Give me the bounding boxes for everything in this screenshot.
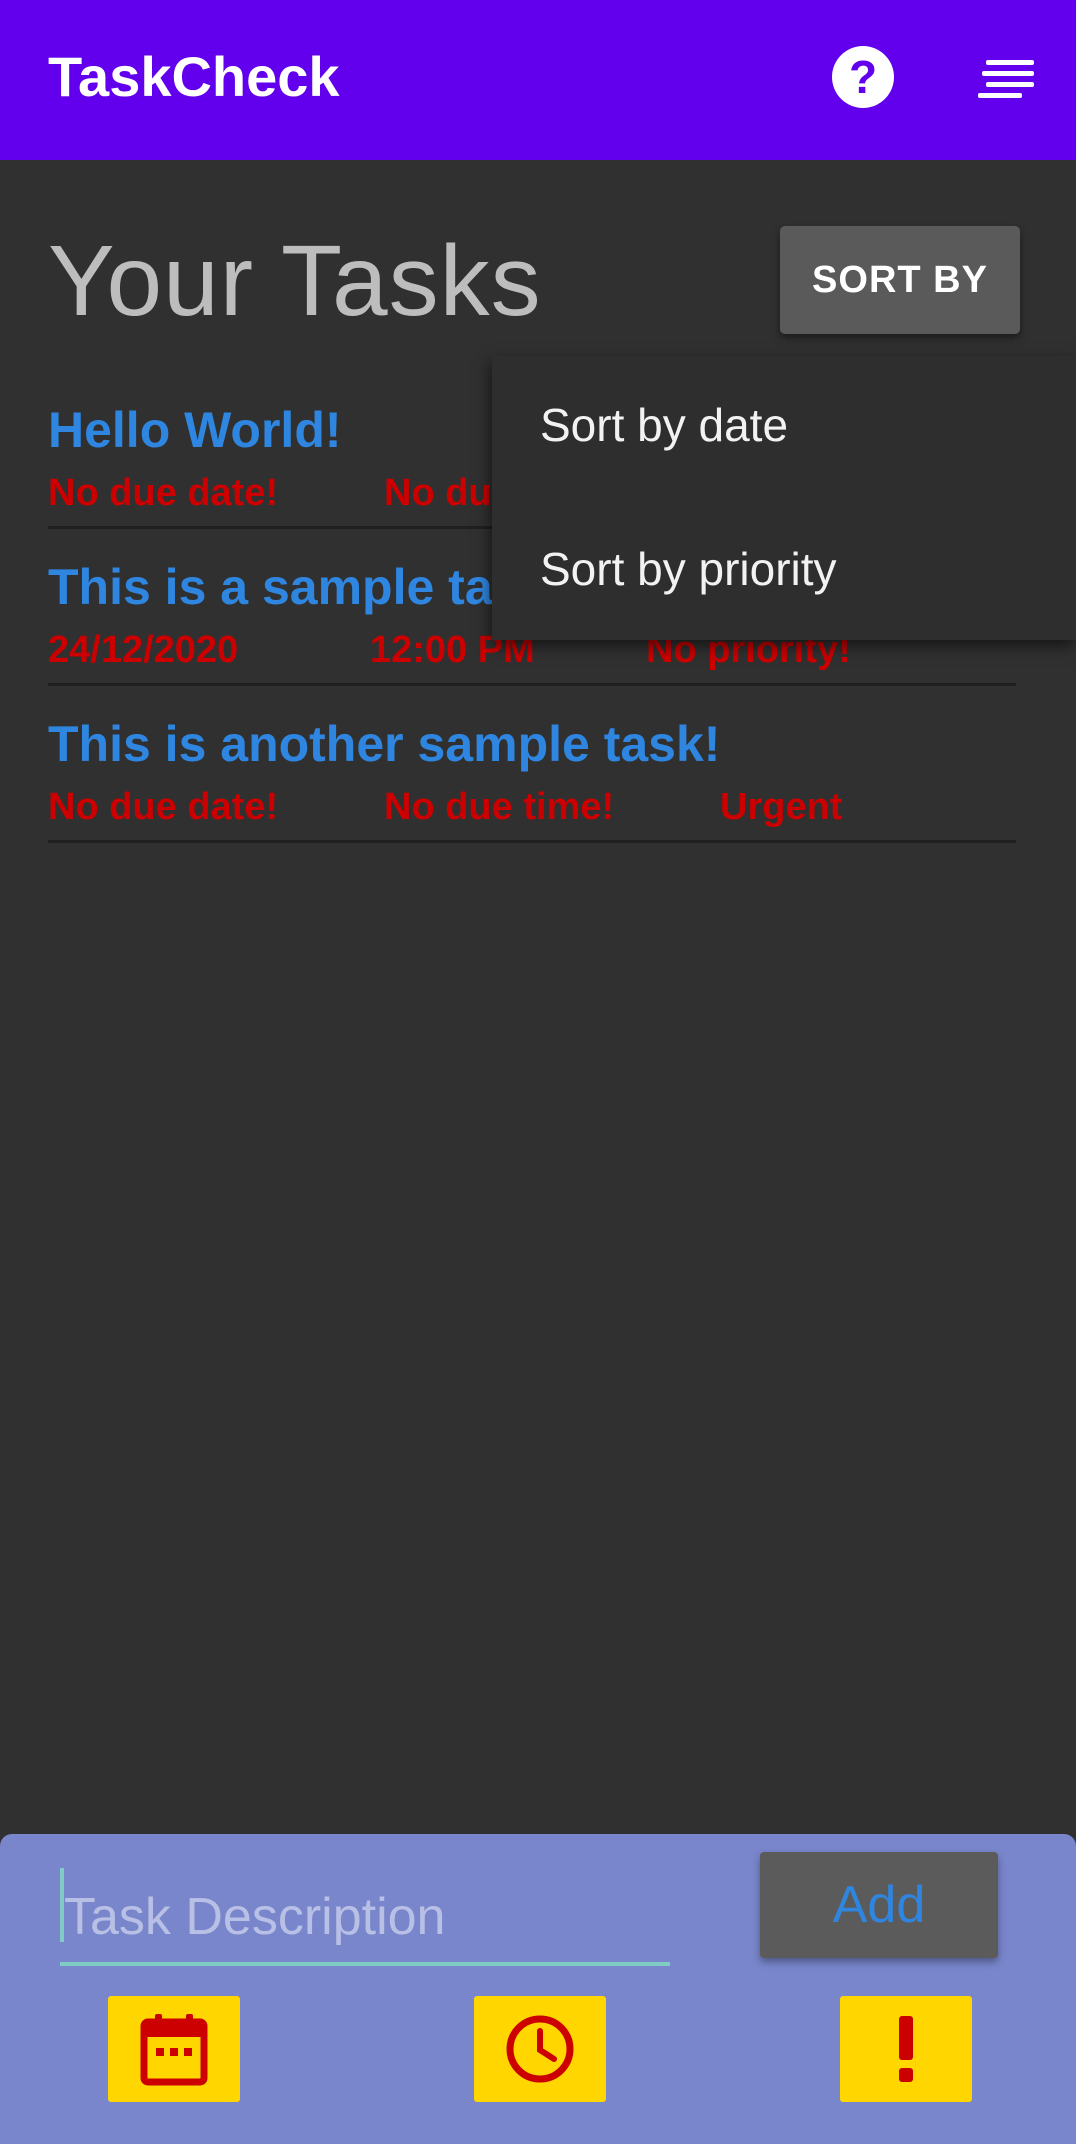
- task-description-input[interactable]: [60, 1872, 670, 1966]
- set-priority-button[interactable]: [840, 1996, 972, 2102]
- add-button[interactable]: Add: [760, 1852, 998, 1958]
- sort-by-button[interactable]: SORT BY: [780, 226, 1020, 334]
- task-due-date: No due date!: [48, 472, 279, 514]
- text-cursor: [60, 1868, 64, 1942]
- sort-lines-icon[interactable]: [978, 58, 1036, 98]
- clock-icon: [506, 2015, 574, 2083]
- task-due-date: No due date!: [48, 786, 279, 828]
- app-title: TaskCheck: [48, 45, 340, 108]
- page-title: Your Tasks: [48, 225, 542, 337]
- task-item[interactable]: This is another sample task! No due date…: [48, 714, 1016, 843]
- set-date-button[interactable]: [108, 1996, 240, 2102]
- add-task-panel: Add: [0, 1834, 1076, 2144]
- help-circle-icon: ?: [848, 51, 878, 103]
- task-title: Hello World!: [48, 402, 342, 458]
- task-priority: Urgent: [720, 786, 843, 828]
- exclamation-icon: [899, 2016, 913, 2082]
- sort-dropdown-menu: Sort by date Sort by priority: [492, 356, 1076, 640]
- task-title: This is a sample task!: [48, 559, 565, 615]
- calendar-icon: [140, 2014, 208, 2086]
- task-due-time: No due time!: [384, 786, 615, 828]
- app-bar: TaskCheck ?: [0, 0, 1076, 160]
- app-root: TaskCheck ? Your Tasks SORT BY Hello Wor…: [0, 0, 1076, 2144]
- menu-item-sort-by-date[interactable]: Sort by date: [540, 397, 788, 453]
- task-due-date: 24/12/2020: [48, 629, 239, 671]
- menu-item-sort-by-priority[interactable]: Sort by priority: [540, 541, 837, 597]
- task-title: This is another sample task!: [48, 716, 721, 772]
- set-time-button[interactable]: [474, 1996, 606, 2102]
- help-button[interactable]: ?: [832, 46, 894, 108]
